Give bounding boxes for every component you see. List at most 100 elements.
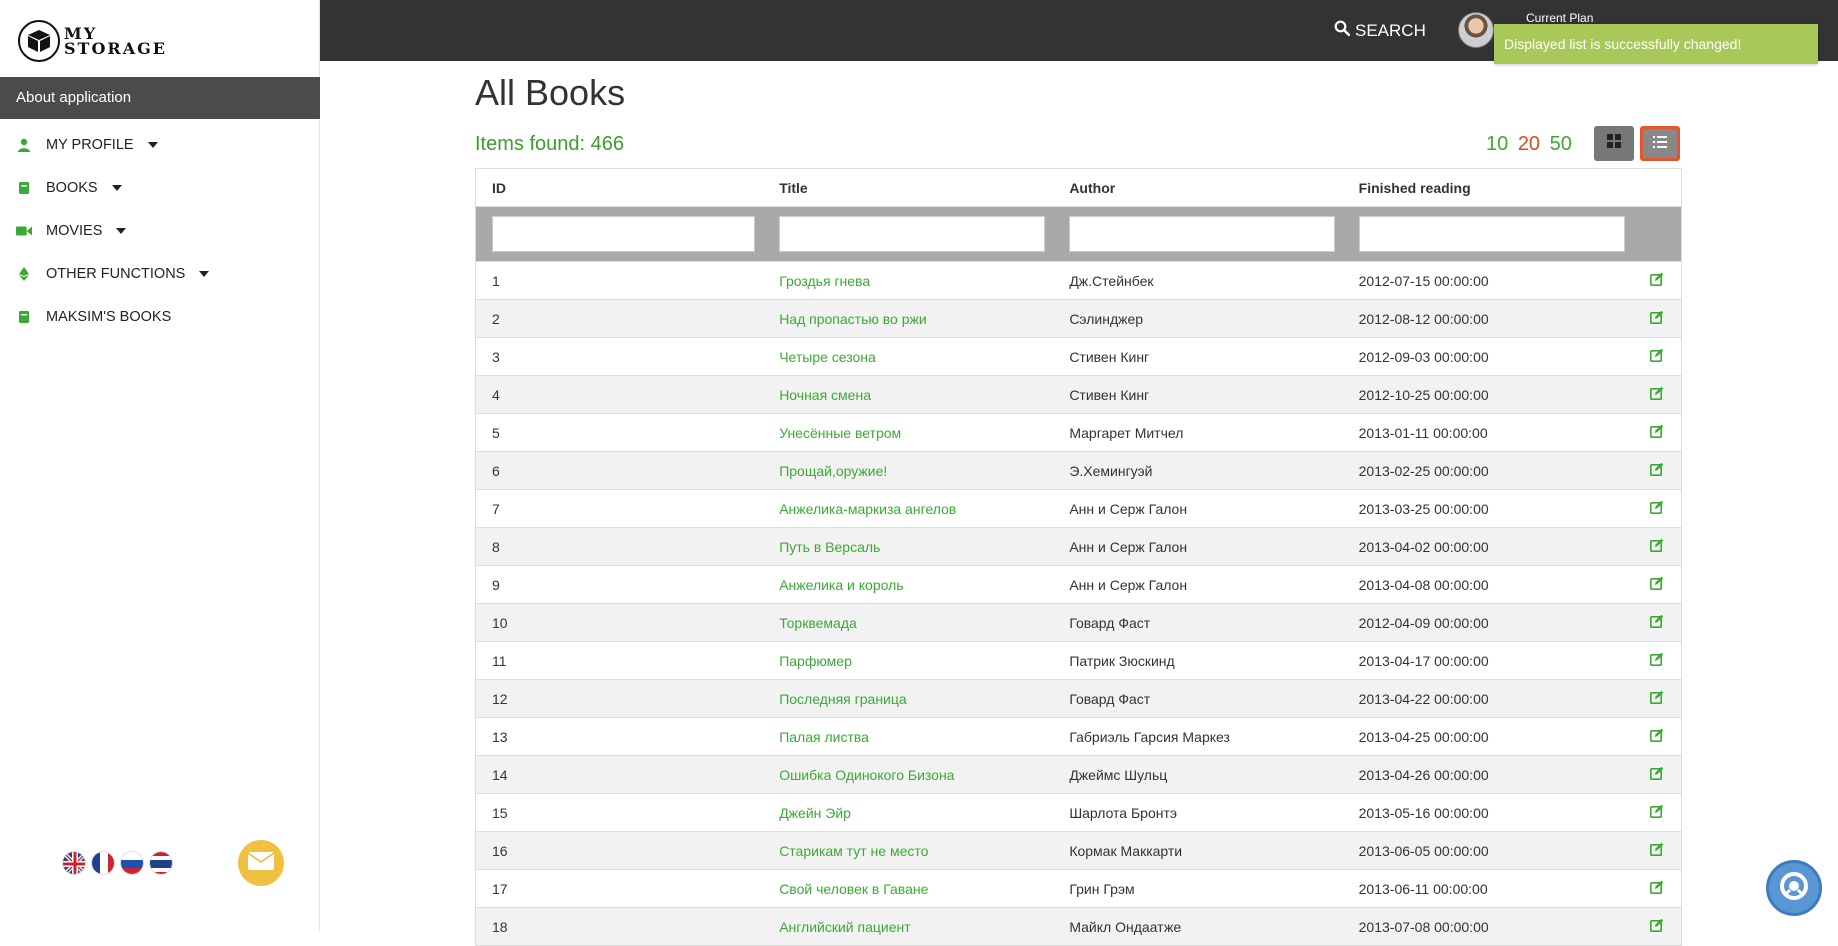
- edit-row-button[interactable]: [1632, 603, 1682, 642]
- per-page-20[interactable]: 20: [1518, 133, 1540, 155]
- edit-row-button[interactable]: [1632, 679, 1682, 718]
- search-button[interactable]: SEARCH: [1334, 20, 1426, 41]
- row-title-link[interactable]: Палая листва: [763, 717, 1054, 756]
- edit-row-button[interactable]: [1632, 907, 1682, 946]
- success-toast[interactable]: Displayed list is successfully changed!: [1494, 24, 1818, 64]
- row-finished-date-cell: 2013-06-11 00:00:00: [1342, 869, 1633, 908]
- edit-row-button[interactable]: [1632, 565, 1682, 604]
- filter-cell: [1053, 206, 1343, 262]
- row-finished-date-cell: 2012-04-09 00:00:00: [1342, 603, 1633, 642]
- about-application-link[interactable]: About application: [0, 77, 320, 119]
- edit-row-button[interactable]: [1632, 527, 1682, 566]
- filter-date-input[interactable]: [1358, 216, 1625, 252]
- row-id-cell: 9: [475, 565, 764, 604]
- row-finished-date-cell: 2013-04-08 00:00:00: [1342, 565, 1633, 604]
- row-title-link[interactable]: Свой человек в Гаване: [763, 869, 1054, 908]
- row-id-cell: 2: [475, 299, 764, 338]
- row-title-link[interactable]: Четыре сезона: [763, 337, 1054, 376]
- row-title-link[interactable]: Парфюмер: [763, 641, 1054, 680]
- filter-cell: [763, 206, 1054, 262]
- edit-row-button[interactable]: [1632, 299, 1682, 338]
- sidebar-item-other-functions[interactable]: OTHER FUNCTIONS: [0, 252, 320, 295]
- edit-row-button[interactable]: [1632, 793, 1682, 832]
- sidebar-item-books[interactable]: BOOKS: [0, 166, 320, 209]
- row-id-cell: 1: [475, 261, 764, 300]
- books-table: ID Title Author Finished reading 1 Гроздь…: [475, 168, 1682, 946]
- edit-icon: [1649, 880, 1664, 897]
- edit-row-button[interactable]: [1632, 489, 1682, 528]
- lifebuoy-icon: [1779, 871, 1809, 906]
- sidebar-item-maksims-books[interactable]: MAKSIM'S BOOKS: [0, 295, 320, 338]
- france-flag-icon[interactable]: [91, 851, 115, 875]
- filter-row: [475, 206, 1682, 262]
- row-title-link[interactable]: Старикам тут не место: [763, 831, 1054, 870]
- filter-author-input[interactable]: [1069, 216, 1335, 252]
- row-title-link[interactable]: Прощай,оружие!: [763, 451, 1054, 490]
- app-logo[interactable]: MY STORAGE: [18, 20, 167, 62]
- row-title-link[interactable]: Над пропастью во ржи: [763, 299, 1054, 338]
- edit-row-button[interactable]: [1632, 717, 1682, 756]
- filter-cell: [1632, 206, 1682, 262]
- row-title-link[interactable]: Унесённые ветром: [763, 413, 1054, 452]
- edit-row-button[interactable]: [1632, 337, 1682, 376]
- row-title-link[interactable]: Джейн Эйр: [763, 793, 1054, 832]
- column-header-author[interactable]: Author: [1053, 169, 1342, 207]
- column-header-title[interactable]: Title: [763, 169, 1053, 207]
- row-finished-date-cell: 2012-10-25 00:00:00: [1342, 375, 1633, 414]
- row-title-link[interactable]: Ночная смена: [763, 375, 1054, 414]
- row-title-link[interactable]: Гроздья гнева: [763, 261, 1054, 300]
- edit-icon: [1649, 652, 1664, 669]
- grid-view-button[interactable]: [1594, 126, 1634, 161]
- edit-icon: [1649, 500, 1664, 517]
- row-finished-date-cell: 2013-04-26 00:00:00: [1342, 755, 1633, 794]
- column-header-id[interactable]: ID: [476, 169, 764, 207]
- caret-down-icon: [147, 141, 158, 148]
- edit-row-button[interactable]: [1632, 755, 1682, 794]
- filter-title-input[interactable]: [779, 216, 1046, 252]
- edit-row-button[interactable]: [1632, 831, 1682, 870]
- row-title-link[interactable]: Английский пациент: [763, 907, 1054, 946]
- edit-row-button[interactable]: [1632, 641, 1682, 680]
- per-page-50[interactable]: 50: [1550, 133, 1572, 155]
- contact-mail-button[interactable]: [238, 840, 284, 886]
- envelope-icon: [247, 851, 275, 875]
- help-widget-button[interactable]: [1766, 860, 1822, 916]
- grid-icon: [1607, 134, 1621, 153]
- table-row: 11 Парфюмер Патрик Зюскинд 2013-04-17 00:00…: [475, 641, 1682, 680]
- caret-down-icon: [199, 270, 210, 277]
- row-author-cell: Э.Хемингуэй: [1053, 451, 1343, 490]
- row-finished-date-cell: 2012-09-03 00:00:00: [1342, 337, 1633, 376]
- uk-flag-icon[interactable]: [62, 851, 86, 875]
- thailand-flag-icon[interactable]: [149, 851, 173, 875]
- edit-row-button[interactable]: [1632, 261, 1682, 300]
- table-row: 15 Джейн Эйр Шарлота Бронтэ 2013-05-16 00:0…: [475, 793, 1682, 832]
- list-view-button[interactable]: [1640, 126, 1680, 161]
- russia-flag-icon[interactable]: [120, 851, 144, 875]
- row-title-link[interactable]: Последняя граница: [763, 679, 1054, 718]
- table-row: 3 Четыре сезона Стивен Кинг 2012-09-03 00:0…: [475, 337, 1682, 376]
- books-table-body: 1 Гроздья гнева Дж.Стейнбек 2012-07-15 00:0…: [475, 261, 1682, 946]
- column-header-finished-reading[interactable]: Finished reading: [1343, 169, 1633, 207]
- edit-row-button[interactable]: [1632, 451, 1682, 490]
- current-plan-label[interactable]: Current Plan: [1526, 11, 1593, 25]
- row-title-link[interactable]: Анжелика-маркиза ангелов: [763, 489, 1054, 528]
- per-page-10[interactable]: 10: [1486, 133, 1508, 155]
- filter-id-input[interactable]: [492, 216, 756, 252]
- sidebar-item-my-profile[interactable]: MY PROFILE: [0, 123, 320, 166]
- sidebar-nav: MY PROFILE BOOKS MOVIES OTHER FUNCTIONS: [0, 123, 320, 338]
- row-title-link[interactable]: Торквемада: [763, 603, 1054, 642]
- row-title-link[interactable]: Путь в Версаль: [763, 527, 1054, 566]
- caret-down-icon: [116, 227, 127, 234]
- edit-row-button[interactable]: [1632, 413, 1682, 452]
- user-avatar[interactable]: [1458, 12, 1494, 48]
- filter-cell: [1342, 206, 1633, 262]
- row-id-cell: 6: [475, 451, 764, 490]
- row-title-link[interactable]: Ошибка Одинокого Бизона: [763, 755, 1054, 794]
- sidebar-item-label: MAKSIM'S BOOKS: [46, 308, 172, 325]
- edit-row-button[interactable]: [1632, 869, 1682, 908]
- row-author-cell: Стивен Кинг: [1053, 337, 1343, 376]
- edit-row-button[interactable]: [1632, 375, 1682, 414]
- sidebar-item-movies[interactable]: MOVIES: [0, 209, 320, 252]
- book-icon: [16, 309, 32, 325]
- row-title-link[interactable]: Анжелика и король: [763, 565, 1054, 604]
